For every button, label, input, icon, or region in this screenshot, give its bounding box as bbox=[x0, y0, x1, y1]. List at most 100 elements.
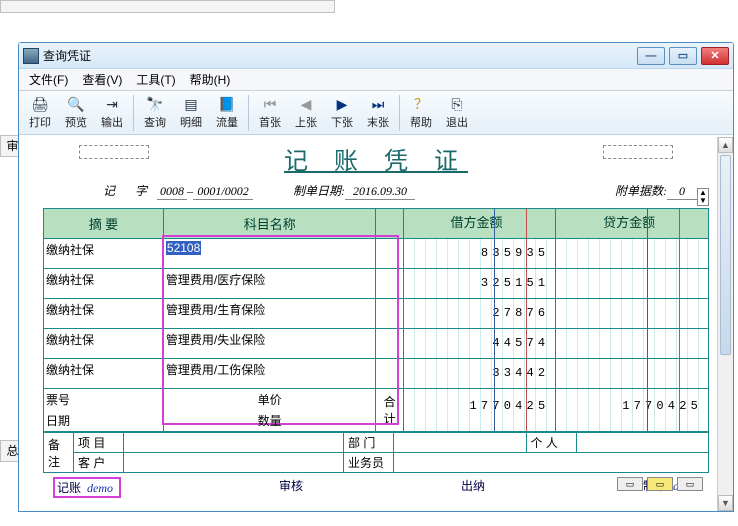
menubar: 文件(F) 查看(V) 工具(T) 帮助(H) bbox=[19, 69, 733, 91]
table-row[interactable]: 缴纳社保管理费用/失业保险 44574 bbox=[44, 329, 709, 359]
col-summary[interactable]: 摘 要 bbox=[44, 209, 164, 239]
background-fragment bbox=[0, 0, 335, 13]
status-icon[interactable]: ▭ bbox=[677, 477, 703, 491]
remark-label: 备注 bbox=[44, 433, 74, 473]
date-label: 日期 bbox=[44, 410, 164, 432]
scroll-down-icon[interactable]: ▼ bbox=[718, 495, 733, 511]
menu-help[interactable]: 帮助(H) bbox=[184, 69, 237, 90]
col-subject[interactable]: 科目名称 bbox=[163, 209, 376, 239]
debit-total: 1770425 bbox=[404, 389, 556, 431]
qty-label: 数量 bbox=[258, 412, 282, 429]
voucher-date: 2016.09.30 bbox=[345, 184, 415, 200]
table-row[interactable]: 缴纳社保52108 835935 bbox=[44, 239, 709, 269]
debit-cell[interactable]: 33442 bbox=[404, 359, 556, 388]
close-button[interactable]: ✕ bbox=[701, 47, 729, 65]
list-icon: ▤ bbox=[182, 95, 200, 113]
debit-cell[interactable]: 325151 bbox=[404, 269, 556, 298]
total-label: 合 计 bbox=[376, 389, 403, 432]
minimize-button[interactable]: — bbox=[637, 47, 665, 65]
subject-cell[interactable]: 管理费用/失业保险 bbox=[163, 329, 376, 359]
debit-cell[interactable]: 27876 bbox=[404, 299, 556, 328]
separator bbox=[133, 95, 134, 131]
menu-file[interactable]: 文件(F) bbox=[23, 69, 74, 90]
batch-number: 0008 bbox=[157, 184, 187, 200]
col-debit[interactable]: 借方金额 bbox=[403, 209, 556, 239]
bookkeeper-highlight: 记账 demo bbox=[53, 477, 121, 498]
subject-cell[interactable]: 管理费用/医疗保险 bbox=[163, 269, 376, 299]
scroll-up-icon[interactable]: ▲ bbox=[718, 137, 733, 153]
ticket-label: 票号 bbox=[44, 389, 164, 411]
summary-cell[interactable]: 缴纳社保 bbox=[44, 239, 164, 269]
status-icon[interactable]: ▭ bbox=[617, 477, 643, 491]
attachment-count: 0 bbox=[667, 184, 697, 200]
export-icon: ⇥ bbox=[103, 95, 121, 113]
subject-cell[interactable]: 52108 bbox=[163, 239, 376, 269]
print-button[interactable]: 🖨打印 bbox=[23, 93, 57, 133]
credit-cell[interactable] bbox=[556, 239, 708, 268]
table-row[interactable]: 缴纳社保管理费用/医疗保险 325151 bbox=[44, 269, 709, 299]
col-credit[interactable]: 贷方金额 bbox=[556, 209, 709, 239]
credit-cell[interactable] bbox=[556, 269, 708, 298]
summary-cell[interactable]: 缴纳社保 bbox=[44, 299, 164, 329]
maximize-button[interactable]: ▭ bbox=[669, 47, 697, 65]
debit-cell[interactable]: 44574 bbox=[404, 329, 556, 358]
credit-cell[interactable] bbox=[556, 329, 708, 358]
last-button[interactable]: ⏭末张 bbox=[361, 93, 395, 133]
exit-button[interactable]: ⎘退出 bbox=[440, 93, 474, 133]
preview-button[interactable]: 🔍预览 bbox=[59, 93, 93, 133]
person-label: 个 人 bbox=[526, 433, 576, 453]
customer-label: 客 户 bbox=[74, 453, 124, 473]
separator bbox=[248, 95, 249, 131]
summary-cell[interactable]: 缴纳社保 bbox=[44, 359, 164, 389]
col-spacer bbox=[376, 209, 403, 239]
signature-line: 记账 demo 审核 出纳 制单 demo bbox=[43, 475, 709, 500]
credit-cell[interactable] bbox=[556, 359, 708, 388]
voucher-meta: 记 字 0008 – 0001/0002 制单日期: 2016.09.30 附单… bbox=[43, 182, 709, 206]
subject-cell[interactable]: 管理费用/生育保险 bbox=[163, 299, 376, 329]
sales-label: 业务员 bbox=[344, 453, 394, 473]
vertical-scrollbar[interactable]: ▲ ▼ bbox=[717, 137, 733, 511]
debit-cell[interactable]: 835935 bbox=[404, 239, 556, 268]
first-button[interactable]: ⏮首张 bbox=[253, 93, 287, 133]
export-button[interactable]: ⇥输出 bbox=[95, 93, 129, 133]
table-row[interactable]: 缴纳社保管理费用/生育保险 27876 bbox=[44, 299, 709, 329]
help-icon: ？ bbox=[412, 95, 430, 113]
remark-grid: 备注 项 目 部 门 个 人 客 户 业务员 bbox=[43, 432, 709, 473]
help-button[interactable]: ？帮助 bbox=[404, 93, 438, 133]
voucher-area: 记 账 凭 证 记 字 0008 – 0001/0002 制单日期: 2016.… bbox=[23, 137, 729, 511]
flow-button[interactable]: 📘流量 bbox=[210, 93, 244, 133]
exit-icon: ⎘ bbox=[448, 95, 466, 113]
window-title: 查询凭证 bbox=[43, 47, 637, 64]
voucher-window: 查询凭证 — ▭ ✕ 文件(F) 查看(V) 工具(T) 帮助(H) 🖨打印 🔍… bbox=[18, 42, 734, 512]
prev-button[interactable]: ◀上张 bbox=[289, 93, 323, 133]
magnifier-icon: 🔍 bbox=[67, 95, 85, 113]
next-button[interactable]: ▶下张 bbox=[325, 93, 359, 133]
project-label: 项 目 bbox=[74, 433, 124, 453]
bookkeeper: demo bbox=[87, 481, 113, 496]
binoculars-icon: 🔭 bbox=[146, 95, 164, 113]
menu-tools[interactable]: 工具(T) bbox=[130, 69, 181, 90]
menu-view[interactable]: 查看(V) bbox=[76, 69, 128, 90]
attach-spinner-icon[interactable]: ▲▼ bbox=[697, 188, 709, 206]
titlebar[interactable]: 查询凭证 — ▭ ✕ bbox=[19, 43, 733, 69]
toolbar: 🖨打印 🔍预览 ⇥输出 🔭查询 ▤明细 📘流量 ⏮首张 ◀上张 ▶下张 ⏭末张 … bbox=[19, 91, 733, 135]
app-icon bbox=[23, 48, 39, 64]
voucher-table: 摘 要 科目名称 借方金额 贷方金额 缴纳社保52108835935缴纳社保管理… bbox=[43, 208, 709, 432]
credit-cell[interactable] bbox=[556, 299, 708, 328]
credit-total: 1770425 bbox=[556, 389, 708, 431]
subject-cell[interactable]: 管理费用/工伤保险 bbox=[163, 359, 376, 389]
status-icon[interactable]: ▭ bbox=[647, 477, 673, 491]
detail-button[interactable]: ▤明细 bbox=[174, 93, 208, 133]
summary-cell[interactable]: 缴纳社保 bbox=[44, 329, 164, 359]
summary-cell[interactable]: 缴纳社保 bbox=[44, 269, 164, 299]
voucher-title: 记 账 凭 证 bbox=[43, 141, 709, 176]
printer-icon: 🖨 bbox=[31, 95, 49, 113]
last-icon: ⏭ bbox=[369, 95, 387, 113]
scroll-thumb[interactable] bbox=[720, 155, 731, 355]
book-icon: 📘 bbox=[218, 95, 236, 113]
separator bbox=[399, 95, 400, 131]
table-row[interactable]: 缴纳社保管理费用/工伤保险 33442 bbox=[44, 359, 709, 389]
next-icon: ▶ bbox=[333, 95, 351, 113]
query-button[interactable]: 🔭查询 bbox=[138, 93, 172, 133]
status-icons: ▭ ▭ ▭ bbox=[617, 477, 703, 491]
